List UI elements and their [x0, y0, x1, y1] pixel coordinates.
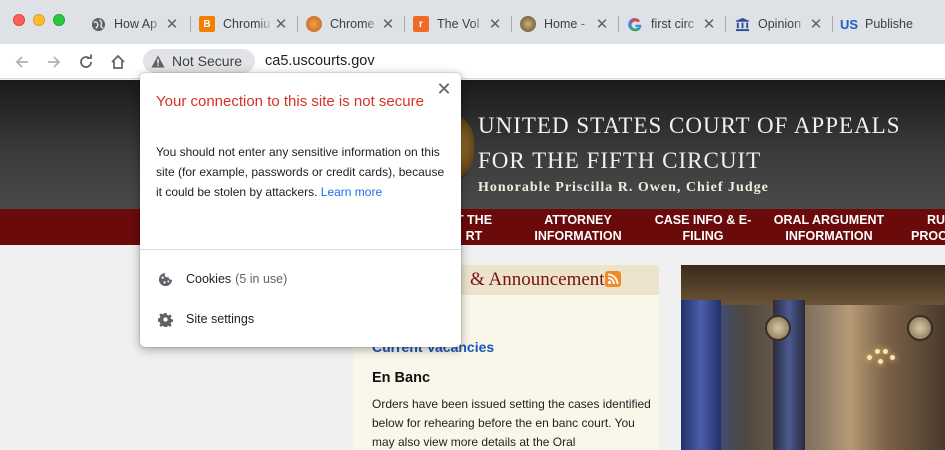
- gear-icon: [156, 310, 174, 328]
- en-banc-body: Orders have been issued setting the case…: [372, 397, 651, 449]
- nav-line: ATTORNEY: [544, 213, 612, 227]
- browser-tab[interactable]: B Chromiu ✕: [191, 8, 295, 40]
- forward-arrow-icon: [48, 56, 61, 68]
- nav-line: INFORMATION: [785, 229, 873, 243]
- nav-line: PROC: [911, 229, 945, 243]
- seal-icon: [520, 16, 536, 32]
- browser-tab[interactable]: Home - ✕: [512, 8, 616, 40]
- nav-line: FILING: [682, 229, 724, 243]
- nav-case-info[interactable]: CASE INFO & E- FILING: [648, 212, 758, 244]
- tab-strip: How Ap ✕ B Chromiu ✕ Chrome ✕ r The Vol …: [0, 0, 945, 44]
- maximize-window-button[interactable]: [53, 14, 65, 26]
- tab-title: Chrome: [330, 17, 375, 31]
- tab-close-icon[interactable]: ✕: [701, 15, 717, 33]
- reason-r-icon: r: [413, 16, 429, 32]
- nav-line: INFORMATION: [534, 229, 622, 243]
- address-bar-url[interactable]: ca5.uscourts.gov: [265, 53, 375, 69]
- news-title: & Announcements: [470, 269, 612, 290]
- blogger-icon: B: [199, 16, 215, 32]
- reload-button[interactable]: [74, 50, 98, 74]
- back-arrow-icon: [15, 56, 28, 68]
- browser-tab[interactable]: first circ ✕: [619, 8, 723, 40]
- rss-icon[interactable]: [605, 271, 621, 287]
- popup-body: You should not enter any sensitive infor…: [156, 142, 448, 202]
- tab-close-icon[interactable]: ✕: [380, 15, 396, 33]
- tab-close-icon[interactable]: ✕: [594, 15, 610, 33]
- globe-icon: [90, 16, 106, 32]
- tab-close-icon[interactable]: ✕: [808, 15, 824, 33]
- nav-oral-argument[interactable]: ORAL ARGUMENT INFORMATION: [768, 212, 890, 244]
- us-logo-icon: US: [839, 16, 859, 32]
- chief-judge: Honorable Priscilla R. Owen, Chief Judge: [478, 180, 769, 195]
- cookies-count: (5 in use): [235, 272, 288, 286]
- nav-line: CASE INFO & E-: [654, 213, 752, 227]
- reload-icon: [80, 54, 92, 68]
- tab-title: The Vol: [437, 17, 480, 31]
- home-icon: [111, 54, 125, 69]
- site-info-popup: ✕ Your connection to this site is not se…: [140, 73, 461, 347]
- court-title-line1: UNITED STATES COURT OF APPEALS: [478, 113, 901, 138]
- browser-tab[interactable]: Chrome ✕: [298, 8, 402, 40]
- tab-title: Home -: [544, 17, 585, 31]
- chrome-ball-icon: [306, 16, 322, 32]
- en-banc-heading: En Banc: [372, 370, 431, 386]
- google-g-icon: [627, 16, 643, 32]
- popup-title: Your connection to this site is not secu…: [156, 93, 424, 110]
- browser-tab[interactable]: US Publishe: [833, 8, 945, 40]
- site-settings-row[interactable]: Site settings: [156, 310, 254, 328]
- security-chip-label: Not Secure: [172, 53, 243, 69]
- security-chip[interactable]: Not Secure: [143, 49, 255, 73]
- court-title: UNITED STATES COURT OF APPEALS FOR THE F…: [478, 108, 901, 178]
- home-button[interactable]: [106, 50, 130, 74]
- tab-title: Publishe: [865, 17, 913, 31]
- cookie-icon: [156, 270, 174, 288]
- warning-triangle-icon: [151, 55, 165, 68]
- nav-line: RU: [927, 213, 945, 227]
- tab-title: Opinion: [758, 17, 802, 31]
- popup-body-text: You should not enter any sensitive infor…: [156, 145, 445, 199]
- nav-line: ORAL ARGUMENT: [773, 213, 885, 227]
- close-icon[interactable]: ✕: [436, 80, 452, 98]
- close-window-button[interactable]: [13, 14, 25, 26]
- tab-title: How Ap: [114, 17, 158, 31]
- minimize-window-button[interactable]: [33, 14, 45, 26]
- tab-close-icon[interactable]: ✕: [273, 15, 289, 33]
- browser-tab[interactable]: Opinion ✕: [726, 8, 830, 40]
- popup-divider: [140, 249, 461, 250]
- tab-title: first circ: [651, 17, 695, 31]
- tab-title: Chromiu: [223, 17, 271, 31]
- courthouse-icon: [734, 16, 750, 32]
- back-button[interactable]: [10, 50, 34, 74]
- browser-tab[interactable]: How Ap ✕: [82, 8, 186, 40]
- cookies-label: Cookies: [186, 272, 232, 286]
- nav-attorney-information[interactable]: ATTORNEY INFORMATION: [520, 212, 636, 244]
- courtroom-photo: [681, 265, 945, 450]
- learn-more-link[interactable]: Learn more: [321, 185, 382, 199]
- court-title-line2: FOR THE FIFTH CIRCUIT: [478, 148, 762, 173]
- forward-button[interactable]: [42, 50, 66, 74]
- browser-tab[interactable]: r The Vol ✕: [405, 8, 509, 40]
- nav-rules[interactable]: RU PROC: [908, 212, 945, 244]
- tab-close-icon[interactable]: ✕: [487, 15, 503, 33]
- cookies-row[interactable]: Cookies (5 in use): [156, 270, 287, 288]
- tab-close-icon[interactable]: ✕: [164, 15, 180, 33]
- site-settings-label: Site settings: [186, 312, 255, 326]
